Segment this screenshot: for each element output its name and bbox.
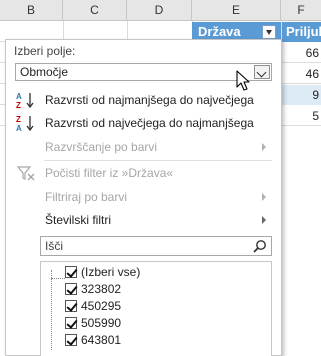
- menu-item-sort-descending[interactable]: Z A Razvrsti od največjega do najmanjšeg…: [6, 111, 276, 135]
- column-header-b[interactable]: B: [0, 0, 63, 21]
- field-select-value: Območje: [20, 65, 69, 79]
- column-header-e[interactable]: E: [192, 0, 281, 21]
- tree-connector: [51, 278, 65, 279]
- checkbox-checked-icon[interactable]: [65, 283, 77, 295]
- menu-item-label: Razvrsti od najmanjšega do največjega: [45, 93, 254, 107]
- checkbox-checked-icon[interactable]: [65, 334, 77, 346]
- search-icon[interactable]: [253, 239, 267, 253]
- list-item-label: 450295: [81, 299, 122, 313]
- column-header-d[interactable]: D: [127, 0, 192, 21]
- column-header-row: B C D E F: [0, 0, 321, 21]
- filter-dropdown-button[interactable]: [262, 25, 276, 39]
- value-cell[interactable]: 9: [282, 85, 321, 105]
- menu-item-label: Razvrščanje po barvi: [45, 140, 158, 154]
- value-cell[interactable]: 5: [282, 106, 321, 126]
- column-header-f[interactable]: F: [281, 0, 321, 21]
- chevron-right-icon: [262, 216, 266, 224]
- mouse-pointer-icon: [236, 70, 250, 91]
- chevron-down-icon[interactable]: [254, 65, 270, 79]
- list-item-label: (Izberi vse): [81, 265, 141, 279]
- header-cell-priljub-label: Priljub: [286, 24, 321, 39]
- chevron-right-icon: [262, 143, 266, 151]
- svg-text:A: A: [16, 124, 22, 132]
- header-cell-priljub[interactable]: Priljub: [282, 22, 321, 42]
- checkbox-checked-icon[interactable]: [65, 266, 77, 278]
- header-cell-drzava-label: Država: [198, 24, 241, 39]
- menu-item-label: Filtriraj po barvi: [45, 190, 128, 204]
- menu-item-label: Številski filtri: [45, 213, 112, 227]
- menu-item-sort-by-color[interactable]: Razvrščanje po barvi: [6, 135, 276, 159]
- value-cell[interactable]: 46: [282, 64, 321, 84]
- tree-connector: [51, 270, 52, 350]
- menu-item-label: Razvrsti od največjega do najmanjšega: [45, 116, 254, 130]
- menu-item-number-filters[interactable]: Številski filtri: [6, 208, 276, 232]
- search-placeholder: Išči: [45, 239, 63, 253]
- column-header-c[interactable]: C: [63, 0, 127, 21]
- chevron-right-icon: [262, 193, 266, 201]
- sort-ascending-icon: A Z: [16, 92, 34, 109]
- sort-descending-icon: Z A: [16, 115, 34, 132]
- menu-item-filter-by-color[interactable]: Filtriraj po barvi: [6, 185, 276, 209]
- field-select[interactable]: Območje: [15, 63, 272, 81]
- field-label: Izberi polje:: [14, 44, 76, 58]
- checkbox-checked-icon[interactable]: [65, 317, 77, 329]
- menu-item-clear-filter[interactable]: Počisti filter iz »Država«: [6, 161, 276, 185]
- svg-text:Z: Z: [16, 115, 21, 124]
- list-item-label: 643801: [81, 333, 122, 347]
- search-input[interactable]: Išči: [40, 236, 272, 256]
- list-item-label: 323802: [81, 282, 122, 296]
- menu-item-label: Počisti filter iz »Država«: [45, 166, 174, 180]
- svg-text:A: A: [16, 92, 22, 101]
- svg-text:Z: Z: [16, 101, 21, 109]
- checkbox-checked-icon[interactable]: [65, 300, 77, 312]
- list-item-label: 505990: [81, 316, 122, 330]
- value-checklist: (Izberi vse) 323802 450295 505990 643801: [40, 261, 272, 356]
- value-cell[interactable]: 66: [282, 43, 321, 63]
- clear-filter-icon: [16, 166, 35, 181]
